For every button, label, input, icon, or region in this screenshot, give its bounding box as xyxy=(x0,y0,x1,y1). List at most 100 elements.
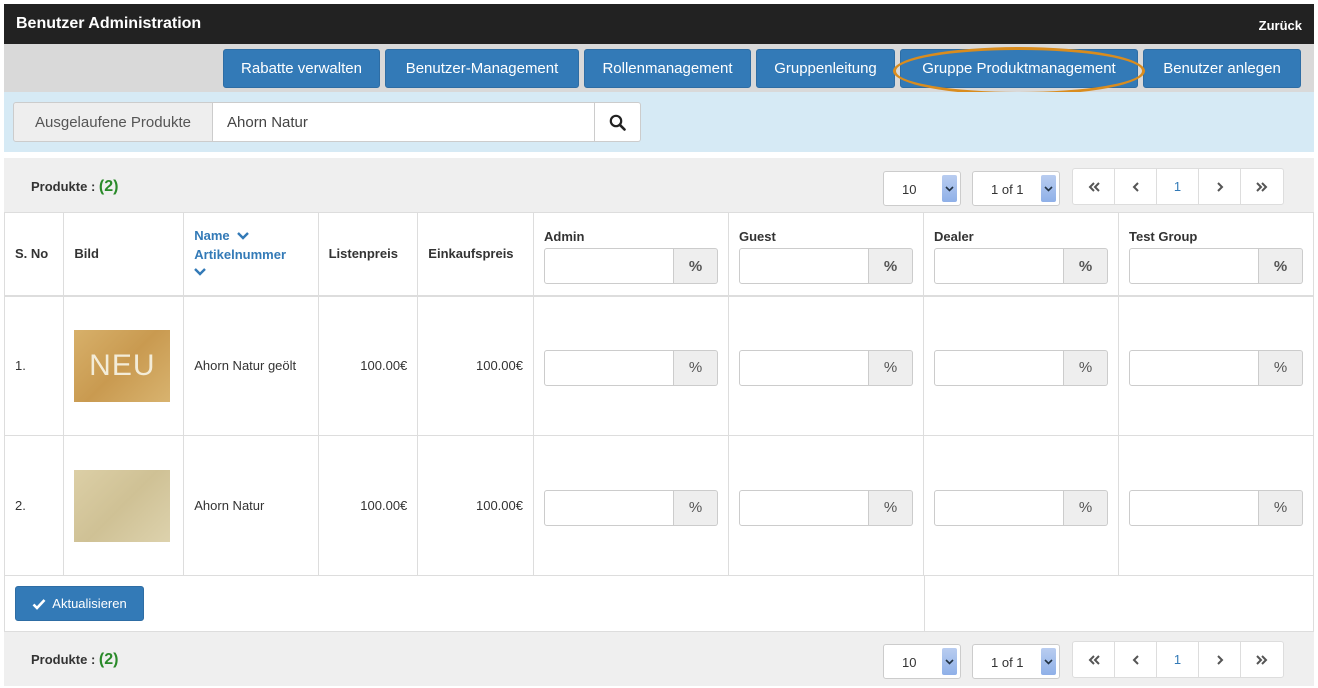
page-size-select[interactable]: 10 xyxy=(883,171,961,206)
sort-by-article-link[interactable]: Artikelnummer xyxy=(194,247,307,262)
chevron-right-icon xyxy=(1216,654,1223,665)
row-image: NEU xyxy=(63,295,185,436)
row-sno: 2. xyxy=(3,435,65,576)
search-input[interactable] xyxy=(213,102,595,142)
test-group-percent-input[interactable] xyxy=(1128,349,1259,386)
row-image xyxy=(63,435,185,576)
title-bar: Benutzer Administration Zurück xyxy=(4,4,1314,44)
admin-all-percent-input[interactable] xyxy=(543,248,674,284)
product-count-value: (2) xyxy=(98,178,119,195)
double-chevron-right-icon xyxy=(1256,181,1268,192)
double-chevron-left-icon xyxy=(1088,654,1100,665)
search-icon xyxy=(609,114,626,131)
col-name: Name Artikelnummer xyxy=(183,212,319,297)
chevron-down-icon xyxy=(1041,175,1056,202)
chevron-down-icon xyxy=(942,648,957,675)
products-table: S. No Bild Name Artikelnummer Listenprei… xyxy=(3,212,1315,576)
row-test-group: % xyxy=(1117,295,1315,436)
col-group-admin: Admin % xyxy=(532,212,729,297)
product-thumbnail: NEU xyxy=(74,329,171,402)
prev-page-button[interactable] xyxy=(1115,642,1157,677)
pagination: 1 xyxy=(1072,168,1284,205)
chevron-right-icon xyxy=(1216,181,1223,192)
double-chevron-left-icon xyxy=(1088,181,1100,192)
row-test-group: % xyxy=(1117,435,1315,576)
nav-create-user-button[interactable]: Benutzer anlegen xyxy=(1143,49,1301,88)
col-sno: S. No xyxy=(3,212,65,297)
next-page-button[interactable] xyxy=(1199,642,1241,677)
discontinued-products-addon[interactable]: Ausgelaufene Produkte xyxy=(13,102,213,142)
chevron-down-icon[interactable] xyxy=(194,268,207,276)
test-group-percent-input[interactable] xyxy=(1128,489,1259,526)
product-count-value: (2) xyxy=(98,651,119,668)
chevron-left-icon xyxy=(1132,181,1139,192)
col-purchase-price: Einkaufspreis xyxy=(417,212,534,297)
row-list-price: 100.00€ xyxy=(317,435,419,576)
page-number-button[interactable]: 1 xyxy=(1157,642,1199,677)
row-list-price: 100.00€ xyxy=(317,295,419,436)
row-admin: % xyxy=(532,295,729,436)
col-group-dealer: Dealer % xyxy=(922,212,1119,297)
last-page-button[interactable] xyxy=(1241,642,1283,677)
guest-percent-input[interactable] xyxy=(738,349,869,386)
table-header-row: S. No Bild Name Artikelnummer Listenprei… xyxy=(3,212,1315,297)
back-link[interactable]: Zurück xyxy=(1259,18,1302,33)
col-list-price: Listenpreis xyxy=(317,212,419,297)
dealer-all-percent-input[interactable] xyxy=(933,248,1064,284)
sort-by-name-link[interactable]: Name xyxy=(194,228,307,243)
first-page-button[interactable] xyxy=(1073,642,1115,677)
test-group-all-percent-input[interactable] xyxy=(1128,248,1259,284)
table-footer-row: Aktualisieren xyxy=(4,575,1314,632)
page-size-select[interactable]: 10 xyxy=(883,644,961,679)
dealer-percent-input[interactable] xyxy=(933,489,1064,526)
row-dealer: % xyxy=(922,435,1119,576)
row-purchase-price: 100.00€ xyxy=(417,295,534,436)
dealer-percent-input[interactable] xyxy=(933,349,1064,386)
search-group: Ausgelaufene Produkte xyxy=(13,102,641,142)
update-button[interactable]: Aktualisieren xyxy=(15,586,144,621)
nav-discounts-button[interactable]: Rabatte verwalten xyxy=(223,49,380,88)
row-admin: % xyxy=(532,435,729,576)
chevron-down-icon xyxy=(942,175,957,202)
chevron-down-icon xyxy=(1041,648,1056,675)
col-group-guest: Guest % xyxy=(727,212,924,297)
product-thumbnail xyxy=(74,469,171,542)
table-row: 2. Ahorn Natur 100.00€ 100.00€ % % % % xyxy=(3,435,1315,576)
col-image: Bild xyxy=(63,212,185,297)
admin-percent-input[interactable] xyxy=(543,349,674,386)
row-purchase-price: 100.00€ xyxy=(417,435,534,576)
page-number-button[interactable]: 1 xyxy=(1157,169,1199,204)
nav-user-management-button[interactable]: Benutzer-Management xyxy=(385,49,579,88)
search-button[interactable] xyxy=(595,102,641,142)
nav-group-lead-button[interactable]: Gruppenleitung xyxy=(756,49,895,88)
last-page-button[interactable] xyxy=(1241,169,1283,204)
pager-bar-top: Produkte : (2) 10 1 of 1 1 xyxy=(4,158,1314,212)
table-row: 1. NEU Ahorn Natur geölt 100.00€ 100.00€… xyxy=(3,295,1315,436)
guest-percent-input[interactable] xyxy=(738,489,869,526)
nav-group-product-management-button[interactable]: Gruppe Produktmanagement xyxy=(900,49,1138,88)
row-name: Ahorn Natur xyxy=(183,435,319,576)
row-name: Ahorn Natur geölt xyxy=(183,295,319,436)
page-select[interactable]: 1 of 1 xyxy=(972,171,1060,206)
admin-percent-input[interactable] xyxy=(543,489,674,526)
product-count-label: Produkte : (2) xyxy=(31,178,119,195)
row-dealer: % xyxy=(922,295,1119,436)
checkmark-icon xyxy=(32,598,46,610)
first-page-button[interactable] xyxy=(1073,169,1115,204)
col-group-test: Test Group % xyxy=(1117,212,1315,297)
chevron-down-icon xyxy=(237,232,250,240)
footer-divider xyxy=(924,575,925,632)
prev-page-button[interactable] xyxy=(1115,169,1157,204)
row-sno: 1. xyxy=(3,295,65,436)
search-bar: Ausgelaufene Produkte xyxy=(4,92,1314,152)
pager-bar-bottom: Produkte : (2) 10 1 of 1 1 xyxy=(4,632,1314,686)
row-guest: % xyxy=(727,295,924,436)
nav-role-management-button[interactable]: Rollenmanagement xyxy=(584,49,751,88)
guest-all-percent-input[interactable] xyxy=(738,248,869,284)
nav-toolbar: Rabatte verwalten Benutzer-Management Ro… xyxy=(4,44,1314,92)
page-select[interactable]: 1 of 1 xyxy=(972,644,1060,679)
row-guest: % xyxy=(727,435,924,576)
page-title: Benutzer Administration xyxy=(16,15,202,32)
next-page-button[interactable] xyxy=(1199,169,1241,204)
product-count-label: Produkte : (2) xyxy=(31,651,119,668)
